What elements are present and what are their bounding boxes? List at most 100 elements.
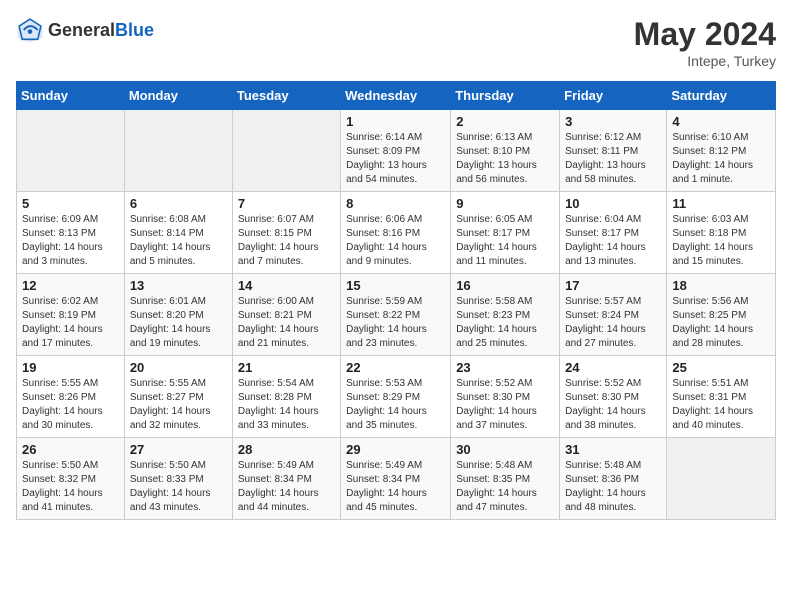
calendar-cell: 10 Sunrise: 6:04 AMSunset: 8:17 PMDayligh… (560, 192, 667, 274)
day-number: 5 (22, 196, 119, 211)
day-number: 4 (672, 114, 770, 129)
day-info: Sunrise: 6:12 AMSunset: 8:11 PMDaylight:… (565, 131, 661, 187)
day-info: Sunrise: 6:07 AMSunset: 8:15 PMDaylight:… (238, 213, 335, 269)
day-info: Sunrise: 6:08 AMSunset: 8:14 PMDaylight:… (130, 213, 227, 269)
day-number: 24 (565, 360, 661, 375)
day-number: 27 (130, 442, 227, 457)
calendar-body: 1Sunrise: 6:14 AMSunset: 8:09 PMDaylight… (17, 110, 776, 520)
title-block: May 2024 Intepe, Turkey (634, 16, 776, 69)
day-info: Sunrise: 5:53 AMSunset: 8:29 PMDaylight:… (346, 377, 445, 433)
day-info: Sunrise: 6:10 AMSunset: 8:12 PMDaylight:… (672, 131, 770, 187)
calendar-cell: 2Sunrise: 6:13 AMSunset: 8:10 PMDaylight… (451, 110, 560, 192)
day-number: 22 (346, 360, 445, 375)
calendar-cell: 18 Sunrise: 5:56 AMSunset: 8:25 PMDayligh… (667, 274, 776, 356)
calendar-week-row: 12Sunrise: 6:02 AMSunset: 8:19 PMDayligh… (17, 274, 776, 356)
day-info: Sunrise: 5:52 AMSunset: 8:30 PMDaylight:… (456, 377, 554, 433)
calendar-cell: 4 Sunrise: 6:10 AMSunset: 8:12 PMDaylight… (667, 110, 776, 192)
day-info: Sunrise: 5:58 AMSunset: 8:23 PMDaylight:… (456, 295, 554, 351)
calendar-cell (232, 110, 340, 192)
calendar-cell: 31 Sunrise: 5:48 AMSunset: 8:36 PMDayligh… (560, 438, 667, 520)
calendar-cell: 11Sunrise: 6:03 AMSunset: 8:18 PMDayligh… (667, 192, 776, 274)
day-info: Sunrise: 6:06 AMSunset: 8:16 PMDaylight:… (346, 213, 445, 269)
month-year-title: May 2024 (634, 16, 776, 53)
day-number: 29 (346, 442, 445, 457)
day-info: Sunrise: 5:55 AMSunset: 8:27 PMDaylight:… (130, 377, 227, 433)
day-number: 12 (22, 278, 119, 293)
calendar-cell: 30Sunrise: 5:48 AMSunset: 8:35 PMDayligh… (451, 438, 560, 520)
day-header-thursday: Thursday (451, 82, 560, 110)
day-info: Sunrise: 5:54 AMSunset: 8:28 PMDaylight:… (238, 377, 335, 433)
day-number: 8 (346, 196, 445, 211)
day-info: Sunrise: 5:48 AMSunset: 8:35 PMDaylight:… (456, 459, 554, 515)
day-number: 13 (130, 278, 227, 293)
calendar-cell: 6 Sunrise: 6:08 AMSunset: 8:14 PMDaylight… (124, 192, 232, 274)
day-number: 3 (565, 114, 661, 129)
calendar-cell: 1Sunrise: 6:14 AMSunset: 8:09 PMDaylight… (341, 110, 451, 192)
calendar-week-row: 5 Sunrise: 6:09 AMSunset: 8:13 PMDaylight… (17, 192, 776, 274)
calendar-cell: 12Sunrise: 6:02 AMSunset: 8:19 PMDayligh… (17, 274, 125, 356)
day-info: Sunrise: 6:05 AMSunset: 8:17 PMDaylight:… (456, 213, 554, 269)
calendar-cell: 13 Sunrise: 6:01 AMSunset: 8:20 PMDayligh… (124, 274, 232, 356)
calendar-cell: 8 Sunrise: 6:06 AMSunset: 8:16 PMDaylight… (341, 192, 451, 274)
calendar-week-row: 26Sunrise: 5:50 AMSunset: 8:32 PMDayligh… (17, 438, 776, 520)
day-header-tuesday: Tuesday (232, 82, 340, 110)
day-info: Sunrise: 5:59 AMSunset: 8:22 PMDaylight:… (346, 295, 445, 351)
day-info: Sunrise: 5:50 AMSunset: 8:33 PMDaylight:… (130, 459, 227, 515)
calendar-cell: 24 Sunrise: 5:52 AMSunset: 8:30 PMDayligh… (560, 356, 667, 438)
calendar-table: SundayMondayTuesdayWednesdayThursdayFrid… (16, 81, 776, 520)
day-number: 11 (672, 196, 770, 211)
calendar-cell: 16 Sunrise: 5:58 AMSunset: 8:23 PMDayligh… (451, 274, 560, 356)
day-info: Sunrise: 6:04 AMSunset: 8:17 PMDaylight:… (565, 213, 661, 269)
logo: GeneralBlue (16, 16, 154, 44)
day-info: Sunrise: 5:56 AMSunset: 8:25 PMDaylight:… (672, 295, 770, 351)
day-info: Sunrise: 5:48 AMSunset: 8:36 PMDaylight:… (565, 459, 661, 515)
calendar-cell: 14 Sunrise: 6:00 AMSunset: 8:21 PMDayligh… (232, 274, 340, 356)
calendar-cell (17, 110, 125, 192)
day-number: 25 (672, 360, 770, 375)
logo-text: GeneralBlue (48, 20, 154, 41)
day-number: 23 (456, 360, 554, 375)
day-info: Sunrise: 5:51 AMSunset: 8:31 PMDaylight:… (672, 377, 770, 433)
day-info: Sunrise: 6:00 AMSunset: 8:21 PMDaylight:… (238, 295, 335, 351)
page-header: GeneralBlue May 2024 Intepe, Turkey (16, 16, 776, 69)
day-header-saturday: Saturday (667, 82, 776, 110)
calendar-cell: 27 Sunrise: 5:50 AMSunset: 8:33 PMDayligh… (124, 438, 232, 520)
day-number: 18 (672, 278, 770, 293)
calendar-cell: 20 Sunrise: 5:55 AMSunset: 8:27 PMDayligh… (124, 356, 232, 438)
day-number: 20 (130, 360, 227, 375)
day-info: Sunrise: 5:50 AMSunset: 8:32 PMDaylight:… (22, 459, 119, 515)
day-info: Sunrise: 5:55 AMSunset: 8:26 PMDaylight:… (22, 377, 119, 433)
calendar-cell: 9Sunrise: 6:05 AMSunset: 8:17 PMDaylight… (451, 192, 560, 274)
day-number: 14 (238, 278, 335, 293)
day-info: Sunrise: 5:49 AMSunset: 8:34 PMDaylight:… (238, 459, 335, 515)
day-info: Sunrise: 5:57 AMSunset: 8:24 PMDaylight:… (565, 295, 661, 351)
day-number: 7 (238, 196, 335, 211)
calendar-week-row: 19 Sunrise: 5:55 AMSunset: 8:26 PMDayligh… (17, 356, 776, 438)
day-number: 31 (565, 442, 661, 457)
day-number: 19 (22, 360, 119, 375)
day-info: Sunrise: 6:01 AMSunset: 8:20 PMDaylight:… (130, 295, 227, 351)
day-number: 10 (565, 196, 661, 211)
day-number: 17 (565, 278, 661, 293)
day-info: Sunrise: 5:52 AMSunset: 8:30 PMDaylight:… (565, 377, 661, 433)
calendar-cell: 19 Sunrise: 5:55 AMSunset: 8:26 PMDayligh… (17, 356, 125, 438)
day-info: Sunrise: 6:13 AMSunset: 8:10 PMDaylight:… (456, 131, 554, 187)
day-header-sunday: Sunday (17, 82, 125, 110)
day-info: Sunrise: 6:09 AMSunset: 8:13 PMDaylight:… (22, 213, 119, 269)
logo-icon (16, 16, 44, 44)
day-number: 28 (238, 442, 335, 457)
day-number: 16 (456, 278, 554, 293)
calendar-cell: 28 Sunrise: 5:49 AMSunset: 8:34 PMDayligh… (232, 438, 340, 520)
calendar-cell: 29Sunrise: 5:49 AMSunset: 8:34 PMDayligh… (341, 438, 451, 520)
day-header-monday: Monday (124, 82, 232, 110)
day-number: 6 (130, 196, 227, 211)
calendar-cell: 21 Sunrise: 5:54 AMSunset: 8:28 PMDayligh… (232, 356, 340, 438)
day-headers-row: SundayMondayTuesdayWednesdayThursdayFrid… (17, 82, 776, 110)
calendar-cell (667, 438, 776, 520)
day-number: 21 (238, 360, 335, 375)
day-number: 15 (346, 278, 445, 293)
day-info: Sunrise: 6:14 AMSunset: 8:09 PMDaylight:… (346, 131, 445, 187)
calendar-cell: 15 Sunrise: 5:59 AMSunset: 8:22 PMDayligh… (341, 274, 451, 356)
calendar-cell: 17 Sunrise: 5:57 AMSunset: 8:24 PMDayligh… (560, 274, 667, 356)
calendar-cell: 25 Sunrise: 5:51 AMSunset: 8:31 PMDayligh… (667, 356, 776, 438)
